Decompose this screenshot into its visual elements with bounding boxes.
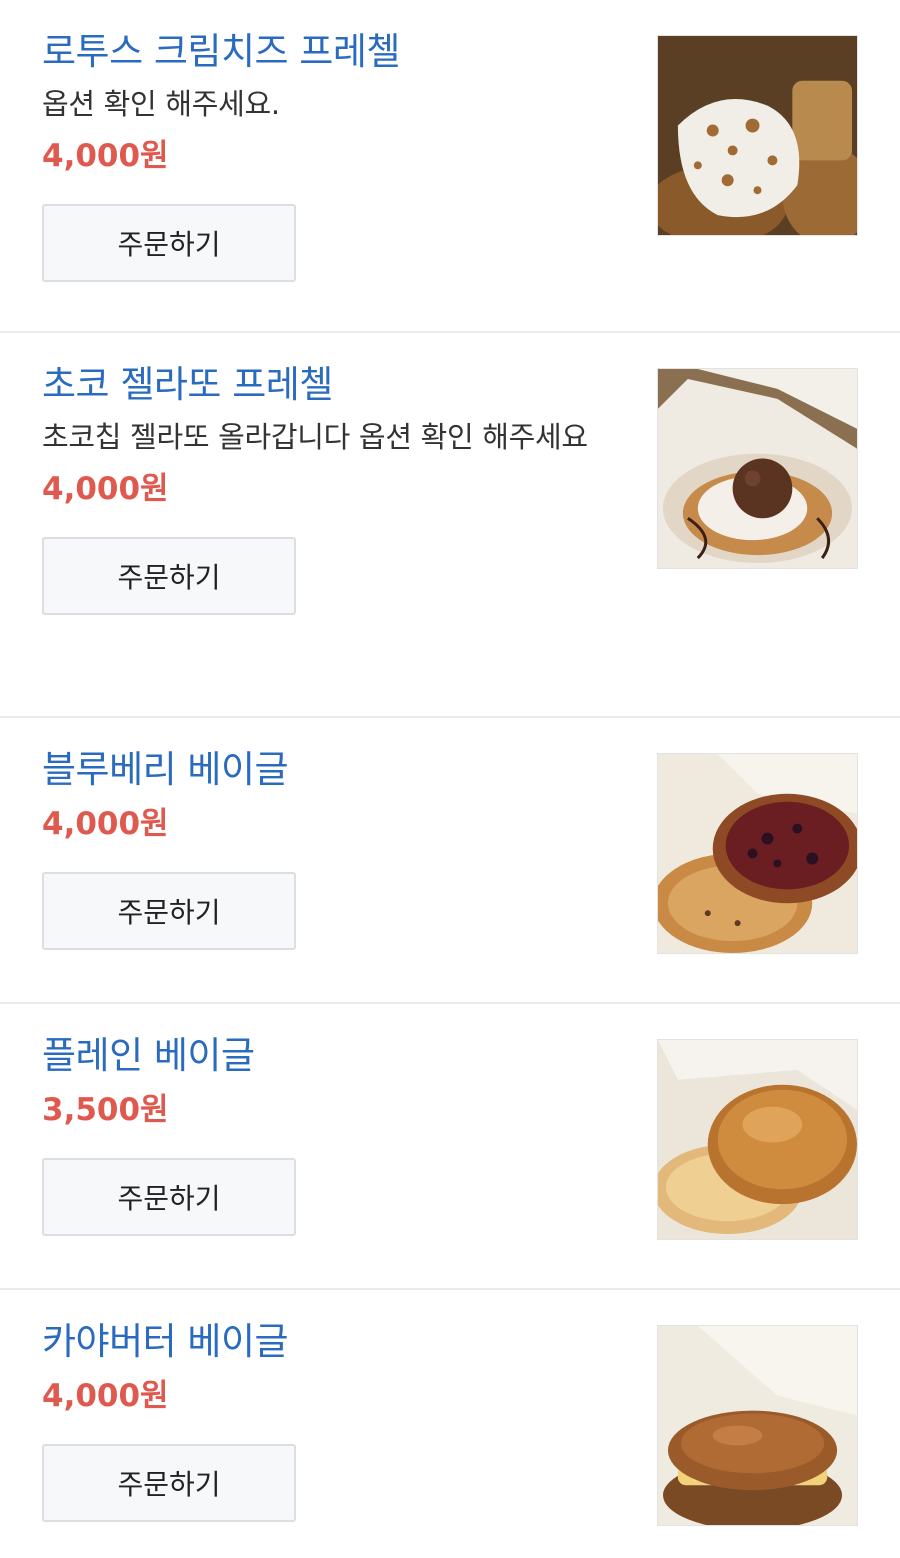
- menu-item-description: 초코칩 젤라또 올라갑니다 옵션 확인 해주세요: [42, 420, 588, 454]
- kaya-butter-bagel-photo: [658, 1326, 857, 1525]
- menu-item-info: 블루베리 베이글 4,000원 주문하기: [42, 746, 617, 950]
- menu-item-price: 4,000원: [42, 1378, 169, 1414]
- menu-item-info: 카야버터 베이글 4,000원 주문하기: [42, 1318, 617, 1522]
- blueberry-bagel-photo: [658, 754, 857, 953]
- menu-item-name[interactable]: 초코 젤라또 프레첼: [42, 361, 617, 409]
- menu-item[interactable]: 초코 젤라또 프레첼 초코칩 젤라또 올라갑니다 옵션 확인 해주세요 4,00…: [0, 333, 900, 718]
- menu-item-photo[interactable]: [657, 1325, 858, 1526]
- menu-item[interactable]: 블루베리 베이글 4,000원 주문하기: [0, 718, 900, 1004]
- menu-item-info: 플레인 베이글 3,500원 주문하기: [42, 1032, 617, 1236]
- order-button[interactable]: 주문하기: [42, 1444, 296, 1522]
- menu-item-info: 로투스 크림치즈 프레첼 옵션 확인 해주세요. 4,000원 주문하기: [42, 28, 617, 282]
- menu-item-price: 4,000원: [42, 806, 169, 842]
- menu-item-name[interactable]: 로투스 크림치즈 프레첼: [42, 28, 617, 76]
- menu-item-info: 초코 젤라또 프레첼 초코칩 젤라또 올라갑니다 옵션 확인 해주세요 4,00…: [42, 361, 617, 615]
- order-button[interactable]: 주문하기: [42, 872, 296, 950]
- menu-item-photo[interactable]: [657, 368, 858, 569]
- menu-item[interactable]: 플레인 베이글 3,500원 주문하기: [0, 1004, 900, 1290]
- choco-gelato-pretzel-photo: [658, 369, 857, 568]
- plain-bagel-photo: [658, 1040, 857, 1239]
- menu-list: 로투스 크림치즈 프레첼 옵션 확인 해주세요. 4,000원 주문하기 초코 …: [0, 0, 900, 1558]
- menu-item-price: 4,000원: [42, 471, 169, 507]
- menu-item[interactable]: 로투스 크림치즈 프레첼 옵션 확인 해주세요. 4,000원 주문하기: [0, 0, 900, 333]
- menu-item-name[interactable]: 블루베리 베이글: [42, 746, 617, 794]
- menu-item[interactable]: 카야버터 베이글 4,000원 주문하기: [0, 1290, 900, 1558]
- menu-item-price: 4,000원: [42, 138, 169, 174]
- menu-item-photo[interactable]: [657, 1039, 858, 1240]
- order-button[interactable]: 주문하기: [42, 204, 296, 282]
- menu-item-name[interactable]: 플레인 베이글: [42, 1032, 617, 1080]
- menu-item-name[interactable]: 카야버터 베이글: [42, 1318, 617, 1366]
- menu-item-description: 옵션 확인 해주세요.: [42, 87, 280, 121]
- menu-item-photo[interactable]: [657, 35, 858, 236]
- menu-item-price: 3,500원: [42, 1092, 169, 1128]
- menu-item-photo[interactable]: [657, 753, 858, 954]
- lotus-pretzel-photo: [658, 36, 857, 235]
- order-button[interactable]: 주문하기: [42, 537, 296, 615]
- order-button[interactable]: 주문하기: [42, 1158, 296, 1236]
